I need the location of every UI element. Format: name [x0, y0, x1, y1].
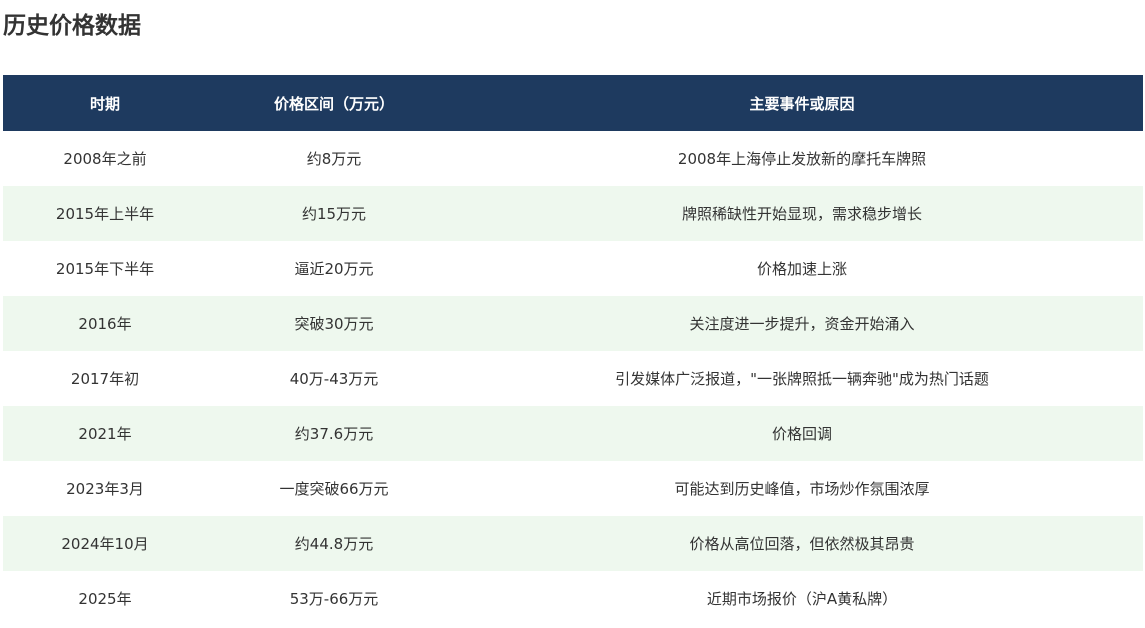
- cell-price-range: 约15万元: [207, 186, 461, 241]
- cell-main-event: 牌照稀缺性开始显现，需求稳步增长: [461, 186, 1143, 241]
- cell-price-range: 突破30万元: [207, 296, 461, 351]
- table-row: 2016年 突破30万元 关注度进一步提升，资金开始涌入: [3, 296, 1143, 351]
- table-row: 2021年 约37.6万元 价格回调: [3, 406, 1143, 461]
- table-header-row: 时期 价格区间（万元） 主要事件或原因: [3, 75, 1143, 131]
- table-row: 2008年之前 约8万元 2008年上海停止发放新的摩托车牌照: [3, 131, 1143, 186]
- cell-main-event: 价格加速上涨: [461, 241, 1143, 296]
- cell-price-range: 40万-43万元: [207, 351, 461, 406]
- price-history-table: 时期 价格区间（万元） 主要事件或原因 2008年之前 约8万元 2008年上海…: [3, 75, 1143, 626]
- cell-period: 2023年3月: [3, 461, 207, 516]
- cell-price-range: 约8万元: [207, 131, 461, 186]
- cell-price-range: 53万-66万元: [207, 571, 461, 626]
- cell-main-event: 近期市场报价（沪A黄私牌）: [461, 571, 1143, 626]
- cell-main-event: 价格回调: [461, 406, 1143, 461]
- cell-main-event: 价格从高位回落，但依然极其昂贵: [461, 516, 1143, 571]
- table-row: 2017年初 40万-43万元 引发媒体广泛报道，"一张牌照抵一辆奔驰"成为热门…: [3, 351, 1143, 406]
- header-main-event: 主要事件或原因: [461, 75, 1143, 131]
- page-title: 历史价格数据: [3, 13, 141, 39]
- cell-period: 2016年: [3, 296, 207, 351]
- cell-period: 2008年之前: [3, 131, 207, 186]
- cell-price-range: 逼近20万元: [207, 241, 461, 296]
- cell-period: 2017年初: [3, 351, 207, 406]
- table-row: 2015年下半年 逼近20万元 价格加速上涨: [3, 241, 1143, 296]
- header-period: 时期: [3, 75, 207, 131]
- cell-price-range: 约44.8万元: [207, 516, 461, 571]
- cell-main-event: 可能达到历史峰值，市场炒作氛围浓厚: [461, 461, 1143, 516]
- cell-period: 2015年上半年: [3, 186, 207, 241]
- cell-main-event: 引发媒体广泛报道，"一张牌照抵一辆奔驰"成为热门话题: [461, 351, 1143, 406]
- page: 历史价格数据 时期 价格区间（万元） 主要事件或原因 2008年之前 约8万元 …: [0, 0, 1145, 628]
- cell-price-range: 约37.6万元: [207, 406, 461, 461]
- table-row: 2023年3月 一度突破66万元 可能达到历史峰值，市场炒作氛围浓厚: [3, 461, 1143, 516]
- cell-main-event: 2008年上海停止发放新的摩托车牌照: [461, 131, 1143, 186]
- cell-main-event: 关注度进一步提升，资金开始涌入: [461, 296, 1143, 351]
- table-row: 2025年 53万-66万元 近期市场报价（沪A黄私牌）: [3, 571, 1143, 626]
- table-body: 2008年之前 约8万元 2008年上海停止发放新的摩托车牌照 2015年上半年…: [3, 131, 1143, 626]
- cell-period: 2025年: [3, 571, 207, 626]
- cell-period: 2021年: [3, 406, 207, 461]
- table-row: 2024年10月 约44.8万元 价格从高位回落，但依然极其昂贵: [3, 516, 1143, 571]
- cell-price-range: 一度突破66万元: [207, 461, 461, 516]
- cell-period: 2024年10月: [3, 516, 207, 571]
- header-price-range: 价格区间（万元）: [207, 75, 461, 131]
- cell-period: 2015年下半年: [3, 241, 207, 296]
- table-row: 2015年上半年 约15万元 牌照稀缺性开始显现，需求稳步增长: [3, 186, 1143, 241]
- table-header: 时期 价格区间（万元） 主要事件或原因: [3, 75, 1143, 131]
